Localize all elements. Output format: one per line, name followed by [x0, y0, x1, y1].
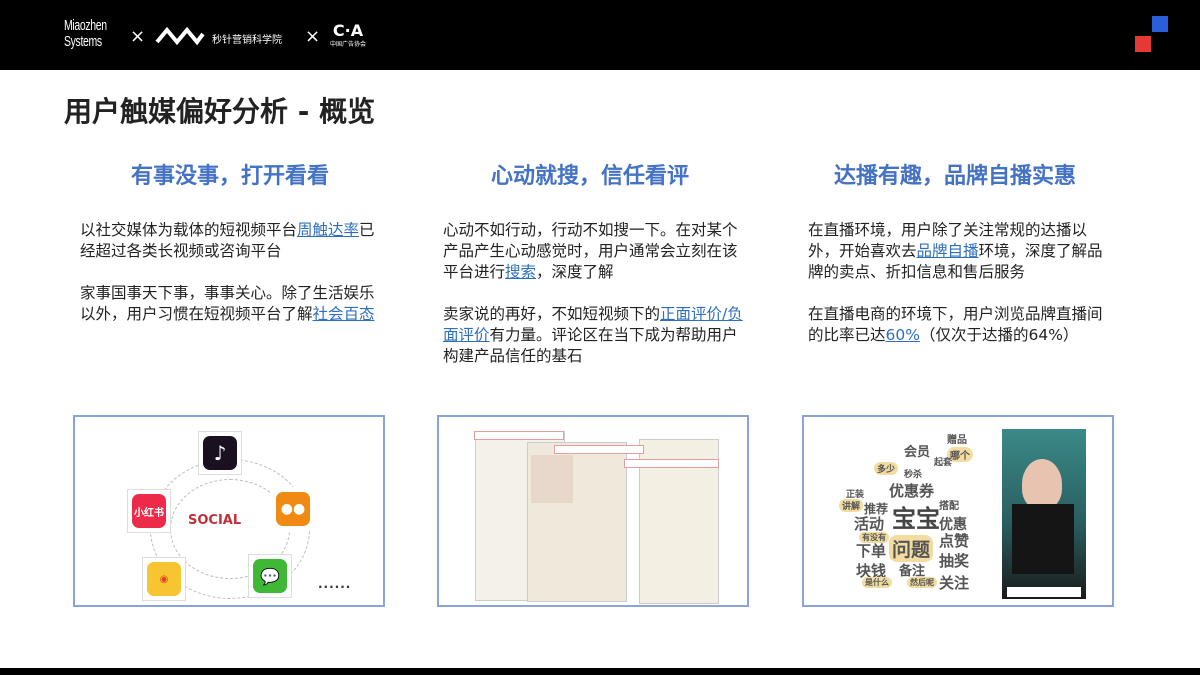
highlight-link[interactable]: 搜索: [505, 263, 536, 281]
word: 抽奖: [939, 550, 969, 571]
highlight-link[interactable]: 品牌自播: [917, 242, 979, 260]
cja-logo-sub: 中国广告协会: [330, 38, 366, 52]
highlight-link[interactable]: 社会百态: [313, 305, 375, 323]
word: 然后呢: [907, 577, 937, 588]
column-text-3: 在直播环境，用户除了关注常规的达播以外，开始喜欢去品牌自播环境，深度了解品牌的卖…: [808, 220, 1108, 367]
miaozhen-logo: Miaozhen Systems: [64, 18, 120, 50]
social-label: SOCIAL: [188, 513, 241, 528]
text: ，深度了解: [536, 263, 614, 281]
word: 问题: [889, 535, 933, 562]
kuaishou-icon: ●●: [271, 487, 315, 531]
word: 搭配: [939, 497, 959, 512]
search-bar: [554, 445, 644, 454]
word: 推荐: [864, 500, 888, 517]
word: 关注: [939, 572, 969, 593]
search-bar: [474, 431, 564, 440]
livestream-screenshot: [1002, 429, 1086, 599]
word: 秒杀: [904, 467, 922, 480]
word: 赠品: [947, 431, 967, 446]
word: 讲解: [839, 499, 863, 512]
word: 有没有: [859, 532, 889, 543]
weibo-icon: ◉: [142, 557, 186, 601]
ellipsis: ......: [318, 577, 351, 591]
text: 以社交媒体为载体的短视频平台: [80, 221, 297, 239]
word: 下单: [856, 540, 886, 561]
word: 是什么: [862, 577, 892, 588]
search-bar: [624, 459, 719, 468]
text: （仅次于达播的64%）: [920, 326, 1078, 344]
paragraph: 以社交媒体为载体的短视频平台周触达率已经超过各类长视频或咨询平台: [80, 220, 380, 262]
bottom-toolbar: [1007, 587, 1081, 597]
host-face: [1022, 459, 1062, 509]
column-text-2: 心动不如行动，行动不如搜一下。在对某个产品产生心动感觉时，用户通常会立刻在该平台…: [443, 220, 743, 388]
cross-icon: ×: [130, 28, 145, 46]
livestream-image: 宝宝 问题 优惠券 活动 下单 块钱 备注 抽奖 关注 点赞 优惠 推荐 会员 …: [802, 415, 1114, 607]
word: 多少: [874, 462, 898, 475]
paragraph: 卖家说的再好，不如短视频下的正面评价/负面评价有力量。评论区在当下成为帮助用户构…: [443, 304, 743, 367]
host-body: [1012, 504, 1074, 574]
red-square-decoration: [1135, 36, 1151, 52]
page-title: 用户触媒偏好分析 - 概览: [64, 90, 375, 130]
word: 正装: [846, 487, 864, 500]
tiktok-icon: ♪: [198, 431, 242, 475]
highlight-link[interactable]: 60%: [886, 326, 920, 344]
highlight-link[interactable]: 周触达率: [297, 221, 359, 239]
word: 优惠券: [889, 480, 934, 501]
academy-logo-text: 秒针营销科学院: [212, 31, 282, 46]
wechat-icon: 💬: [248, 554, 292, 598]
footer-bar: [0, 668, 1200, 675]
social-apps-image: ♪ 小红书 ●● ◉ 💬 SOCIAL ......: [73, 415, 385, 607]
academy-logo-icon: [155, 26, 205, 46]
column-title-3: 达播有趣，品牌自播实惠: [790, 158, 1120, 190]
paragraph: 心动不如行动，行动不如搜一下。在对某个产品产生心动感觉时，用户通常会立刻在该平台…: [443, 220, 743, 283]
word: 起套: [934, 455, 952, 468]
word: 优惠: [939, 514, 967, 534]
header-bar: Miaozhen Systems × 秒针营销科学院 × C·A中国广告协会: [0, 0, 1200, 70]
paragraph: 在直播电商的环境下，用户浏览品牌直播间的比率已达60%（仅次于达播的64%）: [808, 304, 1108, 346]
paragraph: 家事国事天下事，事事关心。除了生活娱乐以外，用户习惯在短视频平台了解社会百态: [80, 283, 380, 325]
column-title-2: 心动就搜，信任看评: [425, 158, 755, 190]
blue-square-decoration: [1152, 16, 1168, 32]
paragraph: 在直播环境，用户除了关注常规的达播以外，开始喜欢去品牌自播环境，深度了解品牌的卖…: [808, 220, 1108, 283]
cross-icon: ×: [305, 28, 320, 46]
word: 宝宝: [892, 499, 940, 534]
cja-logo: C·A中国广告协会: [330, 24, 366, 52]
search-screenshots-image: [437, 415, 749, 607]
column-text-1: 以社交媒体为载体的短视频平台周触达率已经超过各类长视频或咨询平台 家事国事天下事…: [80, 220, 380, 346]
text: 卖家说的再好，不如短视频下的: [443, 305, 660, 323]
column-title-1: 有事没事，打开看看: [65, 158, 395, 190]
word: 会员: [904, 441, 930, 460]
xiaohongshu-icon: 小红书: [127, 489, 171, 533]
baby-photo: [531, 455, 573, 503]
